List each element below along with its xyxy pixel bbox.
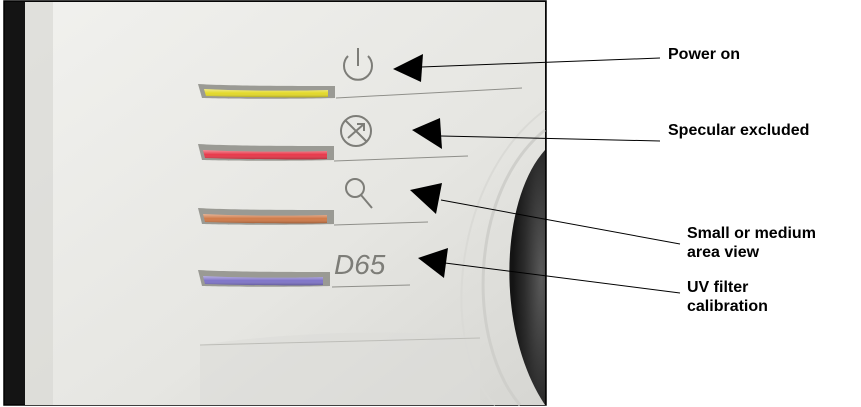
callout-area-line2: area view	[687, 244, 760, 261]
callout-uv-line2: calibration	[687, 298, 768, 315]
callout-area-line1: Small or medium	[687, 225, 816, 242]
callout-power-on: Power on	[668, 46, 741, 63]
led-slot-specular	[198, 144, 334, 161]
callout-uv-filter: UV filter calibration	[687, 278, 768, 316]
dark-background	[5, 2, 25, 404]
callout-uv-line1: UV filter	[687, 279, 749, 296]
body-bevel	[25, 2, 53, 405]
led-slot-area	[198, 208, 334, 225]
callout-area-view: Small or medium area view	[687, 224, 816, 262]
led-slot-uv	[198, 270, 330, 287]
callout-specular-excluded: Specular excluded	[668, 122, 810, 139]
led-slot-power	[198, 84, 335, 99]
d65-label: D65	[334, 249, 386, 280]
